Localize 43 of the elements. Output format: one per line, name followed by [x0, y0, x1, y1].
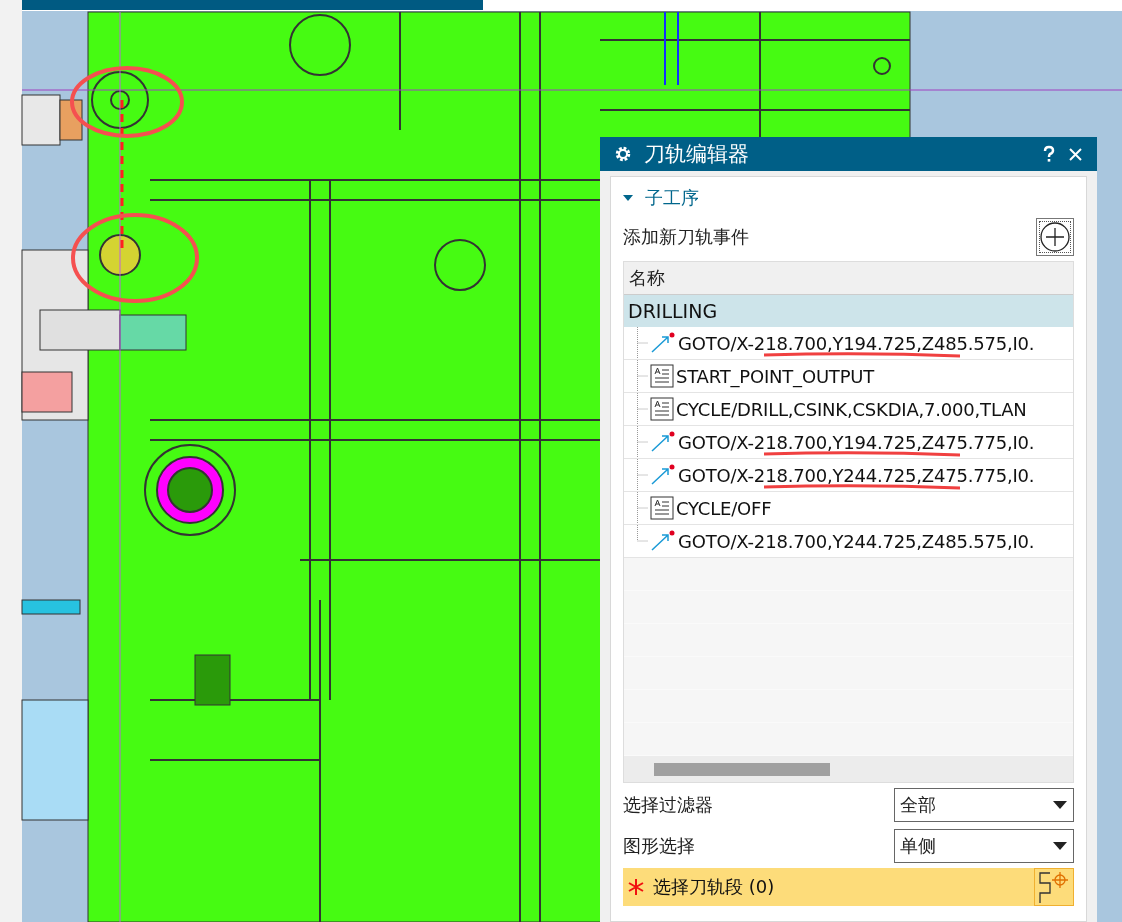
hole-drawing [91, 71, 149, 129]
tree-connector-line [634, 426, 648, 458]
tree-connector-line [634, 360, 648, 392]
dropdown[interactable]: 全部 [894, 787, 1074, 822]
column-header: 名称 [624, 262, 1073, 295]
selection-label: 选择刀轨段 (0) [653, 875, 775, 899]
scrollbar-thumb[interactable] [654, 762, 830, 776]
small-hole-circle [873, 57, 891, 75]
bolt-drawing [21, 94, 83, 146]
dropdown-arrow-icon [1053, 800, 1067, 809]
boss-circle [434, 239, 486, 291]
list-item[interactable]: CYCLE/OFF [676, 497, 772, 519]
tree-connector-line [634, 459, 648, 491]
close-icon[interactable] [1068, 146, 1083, 162]
boss-circle [289, 14, 351, 76]
dropdown[interactable]: 单侧 [894, 828, 1074, 863]
text-document-icon [650, 496, 674, 520]
arrow-icon [650, 332, 676, 354]
list-item[interactable]: DRILLING [624, 295, 1073, 327]
field-label: 选择过滤器 [623, 792, 713, 817]
dropdown-arrow-icon [1053, 841, 1067, 850]
tree-connector-line [634, 327, 648, 359]
pocket [194, 654, 231, 706]
add-event-button[interactable] [1036, 218, 1074, 256]
settings-icon[interactable] [614, 145, 632, 163]
horizontal-scrollbar[interactable] [624, 756, 1073, 782]
help-icon[interactable] [1042, 145, 1056, 163]
clamp-arm [21, 371, 73, 413]
tree-connector-line [634, 393, 648, 425]
collapse-triangle-icon[interactable] [623, 194, 633, 202]
fixture-rod [21, 599, 81, 615]
arrow-icon [650, 431, 676, 453]
selection-step[interactable]: 选择刀轨段 (0) [623, 868, 1034, 906]
select-toolpath-button[interactable] [1034, 868, 1074, 906]
section-title[interactable]: 子工序 [645, 186, 699, 210]
arrow-icon [650, 530, 676, 552]
text-document-icon [650, 364, 674, 388]
dialog-title: 刀轨编辑器 [644, 141, 750, 168]
field-label: 图形选择 [623, 833, 695, 858]
arrow-icon [650, 464, 676, 486]
text-document-icon [650, 397, 674, 421]
highlighted-hole [99, 234, 141, 276]
add-event-label: 添加新刀轨事件 [623, 225, 749, 249]
